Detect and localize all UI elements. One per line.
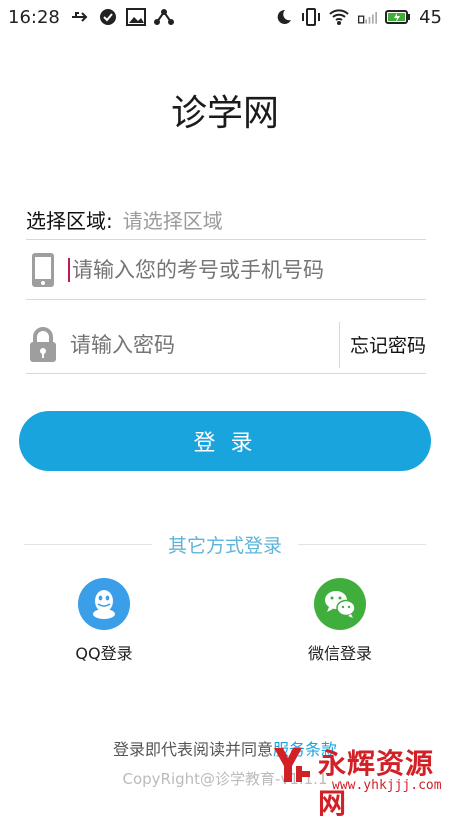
watermark-url: www.yhkjjj.com xyxy=(332,778,442,793)
region-selector[interactable]: 选择区域: 请选择区域 xyxy=(26,200,426,240)
lock-icon xyxy=(26,325,60,365)
other-login-title: 其它方式登录 xyxy=(168,534,283,557)
wifi-icon xyxy=(329,9,349,25)
image-icon xyxy=(125,8,146,26)
phone-icon xyxy=(26,250,60,290)
signal-icon xyxy=(358,12,378,24)
status-time: 16:28 xyxy=(8,6,60,28)
password-input[interactable] xyxy=(70,332,339,357)
wechat-login-label: 微信登录 xyxy=(307,644,372,663)
wechat-login-button[interactable]: 微信登录 xyxy=(280,578,400,664)
other-login-divider: 其它方式登录 xyxy=(24,530,427,558)
usb-icon xyxy=(71,12,88,22)
region-value: 请选择区域 xyxy=(122,209,223,233)
watermark-logo-icon xyxy=(274,748,310,782)
terms-prefix: 登录即代表阅读并同意 xyxy=(112,740,273,759)
status-right-icons: 45 xyxy=(273,7,442,28)
qq-login-button[interactable]: QQ登录 xyxy=(44,578,164,664)
page-title: 诊学网 xyxy=(170,93,279,134)
text-cursor xyxy=(68,257,70,282)
qq-login-label: QQ登录 xyxy=(75,644,133,663)
battery-icon xyxy=(385,10,411,24)
password-row: 忘记密码 xyxy=(26,316,426,374)
forgot-password-link[interactable]: 忘记密码 xyxy=(338,321,426,368)
check-circle-icon xyxy=(99,9,116,25)
status-bar: 16:28 45 xyxy=(0,0,450,34)
watermark: 永辉资源网 www.yhkjjj.com xyxy=(270,740,450,820)
divider-right xyxy=(298,543,427,545)
region-label: 选择区域: xyxy=(26,209,113,233)
login-button[interactable]: 登 录 xyxy=(19,411,431,471)
vibrate-icon xyxy=(302,8,321,26)
account-input[interactable] xyxy=(72,257,426,282)
share-icon xyxy=(153,9,174,25)
status-left-icons xyxy=(70,8,174,26)
wechat-icon xyxy=(314,578,366,630)
battery-level: 45 xyxy=(419,6,442,28)
divider-left xyxy=(24,543,152,545)
account-row xyxy=(26,240,426,300)
qq-icon xyxy=(78,578,130,630)
moon-icon xyxy=(277,9,292,24)
